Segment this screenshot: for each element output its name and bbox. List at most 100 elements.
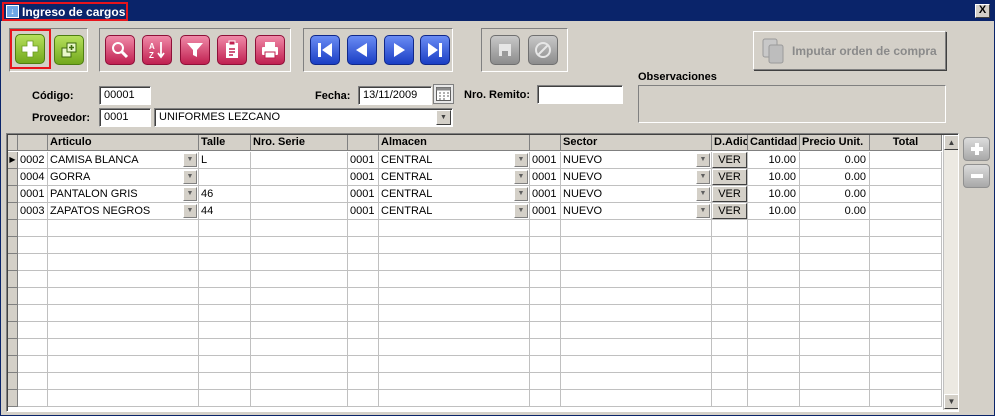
cell-dadic[interactable] bbox=[712, 237, 748, 254]
cell-total[interactable] bbox=[870, 390, 942, 407]
cell-alm-code[interactable] bbox=[348, 305, 379, 322]
cell-art-name[interactable] bbox=[48, 288, 199, 305]
cell-art-code[interactable] bbox=[18, 271, 48, 288]
cell-art-code[interactable]: 0002 bbox=[18, 152, 48, 169]
cell-dadic[interactable] bbox=[712, 356, 748, 373]
cell-art-name[interactable] bbox=[48, 254, 199, 271]
cell-talle[interactable]: 46 bbox=[199, 186, 251, 203]
codigo-field[interactable]: 00001 bbox=[99, 86, 151, 105]
cell-alm-code[interactable] bbox=[348, 322, 379, 339]
cell-serie[interactable] bbox=[251, 186, 348, 203]
cell-dadic[interactable] bbox=[712, 271, 748, 288]
cell-sec-name[interactable] bbox=[561, 271, 712, 288]
cell-alm-code[interactable] bbox=[348, 237, 379, 254]
previous-record-button[interactable] bbox=[347, 35, 377, 65]
cell-sec-name[interactable] bbox=[561, 322, 712, 339]
cell-alm-code[interactable] bbox=[348, 356, 379, 373]
cell-serie[interactable] bbox=[251, 237, 348, 254]
empty-row[interactable] bbox=[8, 254, 942, 271]
cell-art-code[interactable] bbox=[18, 390, 48, 407]
row-header[interactable] bbox=[8, 288, 18, 305]
cell-art-name[interactable] bbox=[48, 356, 199, 373]
cell-art-name[interactable] bbox=[48, 271, 199, 288]
cell-alm-code[interactable] bbox=[348, 288, 379, 305]
cell-serie[interactable] bbox=[251, 220, 348, 237]
cell-dadic[interactable]: VER bbox=[712, 186, 748, 203]
cell-art-name[interactable]: GORRA ▼ bbox=[48, 169, 199, 186]
cell-dadic[interactable] bbox=[712, 390, 748, 407]
cell-precio[interactable] bbox=[800, 373, 870, 390]
cell-art-code[interactable]: 0003 bbox=[18, 203, 48, 220]
cell-alm-code[interactable] bbox=[348, 271, 379, 288]
cell-talle[interactable] bbox=[199, 390, 251, 407]
cell-dadic[interactable] bbox=[712, 373, 748, 390]
header-sector[interactable]: Sector bbox=[561, 135, 712, 151]
chevron-down-icon[interactable]: ▼ bbox=[514, 187, 528, 201]
cell-serie[interactable] bbox=[251, 288, 348, 305]
chevron-down-icon[interactable]: ▼ bbox=[183, 187, 197, 201]
chevron-down-icon[interactable]: ▼ bbox=[696, 153, 710, 167]
cell-alm-name[interactable] bbox=[379, 339, 530, 356]
cell-talle[interactable]: 44 bbox=[199, 203, 251, 220]
header-cantidad[interactable]: Cantidad bbox=[748, 135, 800, 151]
cell-total[interactable] bbox=[870, 373, 942, 390]
cell-serie[interactable] bbox=[251, 356, 348, 373]
row-header[interactable] bbox=[8, 254, 18, 271]
cell-sec-name[interactable] bbox=[561, 220, 712, 237]
row-header[interactable] bbox=[8, 373, 18, 390]
ver-button[interactable]: VER bbox=[712, 152, 747, 168]
header-talle[interactable]: Talle bbox=[199, 135, 251, 151]
cell-art-code[interactable] bbox=[18, 339, 48, 356]
cell-serie[interactable] bbox=[251, 305, 348, 322]
remito-field[interactable] bbox=[537, 85, 623, 104]
close-button[interactable]: X bbox=[975, 4, 990, 18]
cell-cantidad[interactable] bbox=[748, 390, 800, 407]
cell-sec-code[interactable]: 0001 bbox=[530, 203, 561, 220]
cell-talle[interactable] bbox=[199, 254, 251, 271]
cell-sec-code[interactable] bbox=[530, 271, 561, 288]
cell-sec-name[interactable] bbox=[561, 373, 712, 390]
cell-alm-code[interactable] bbox=[348, 339, 379, 356]
cell-serie[interactable] bbox=[251, 390, 348, 407]
cell-sec-name[interactable] bbox=[561, 339, 712, 356]
cell-cantidad[interactable] bbox=[748, 322, 800, 339]
cell-alm-code[interactable] bbox=[348, 220, 379, 237]
cell-total[interactable] bbox=[870, 254, 942, 271]
cell-art-name[interactable] bbox=[48, 373, 199, 390]
empty-row[interactable] bbox=[8, 322, 942, 339]
header-almacen[interactable]: Almacen bbox=[379, 135, 530, 151]
cell-sec-code[interactable] bbox=[530, 288, 561, 305]
cell-alm-name[interactable]: CENTRAL ▼ bbox=[379, 203, 530, 220]
cell-sec-name[interactable]: NUEVO ▼ bbox=[561, 152, 712, 169]
add-button[interactable] bbox=[15, 34, 45, 64]
cell-talle[interactable] bbox=[199, 220, 251, 237]
cell-alm-name[interactable] bbox=[379, 322, 530, 339]
row-header[interactable] bbox=[8, 322, 18, 339]
chevron-down-icon[interactable]: ▼ bbox=[183, 204, 197, 218]
cell-sec-name[interactable]: NUEVO ▼ bbox=[561, 203, 712, 220]
first-record-button[interactable] bbox=[310, 35, 340, 65]
cell-precio[interactable] bbox=[800, 271, 870, 288]
cell-cantidad[interactable]: 10.00 bbox=[748, 203, 800, 220]
cell-sec-code[interactable] bbox=[530, 305, 561, 322]
print-button[interactable] bbox=[255, 35, 285, 65]
cell-alm-name[interactable] bbox=[379, 254, 530, 271]
cell-art-name[interactable] bbox=[48, 220, 199, 237]
cell-alm-name[interactable] bbox=[379, 288, 530, 305]
last-record-button[interactable] bbox=[420, 35, 450, 65]
cell-art-code[interactable] bbox=[18, 356, 48, 373]
cell-sec-code[interactable] bbox=[530, 339, 561, 356]
cell-talle[interactable] bbox=[199, 339, 251, 356]
cell-art-code[interactable]: 0004 bbox=[18, 169, 48, 186]
cell-art-name[interactable]: PANTALON GRIS ▼ bbox=[48, 186, 199, 203]
cell-talle[interactable] bbox=[199, 322, 251, 339]
cancel-button[interactable] bbox=[528, 35, 558, 65]
add-row-button[interactable] bbox=[963, 137, 990, 161]
row-header[interactable] bbox=[8, 203, 18, 220]
header-serie[interactable]: Nro. Serie bbox=[251, 135, 348, 151]
cell-precio[interactable] bbox=[800, 390, 870, 407]
header-total[interactable]: Total bbox=[870, 135, 942, 151]
cell-art-code[interactable] bbox=[18, 220, 48, 237]
row-header[interactable] bbox=[8, 186, 18, 203]
cell-cantidad[interactable] bbox=[748, 271, 800, 288]
